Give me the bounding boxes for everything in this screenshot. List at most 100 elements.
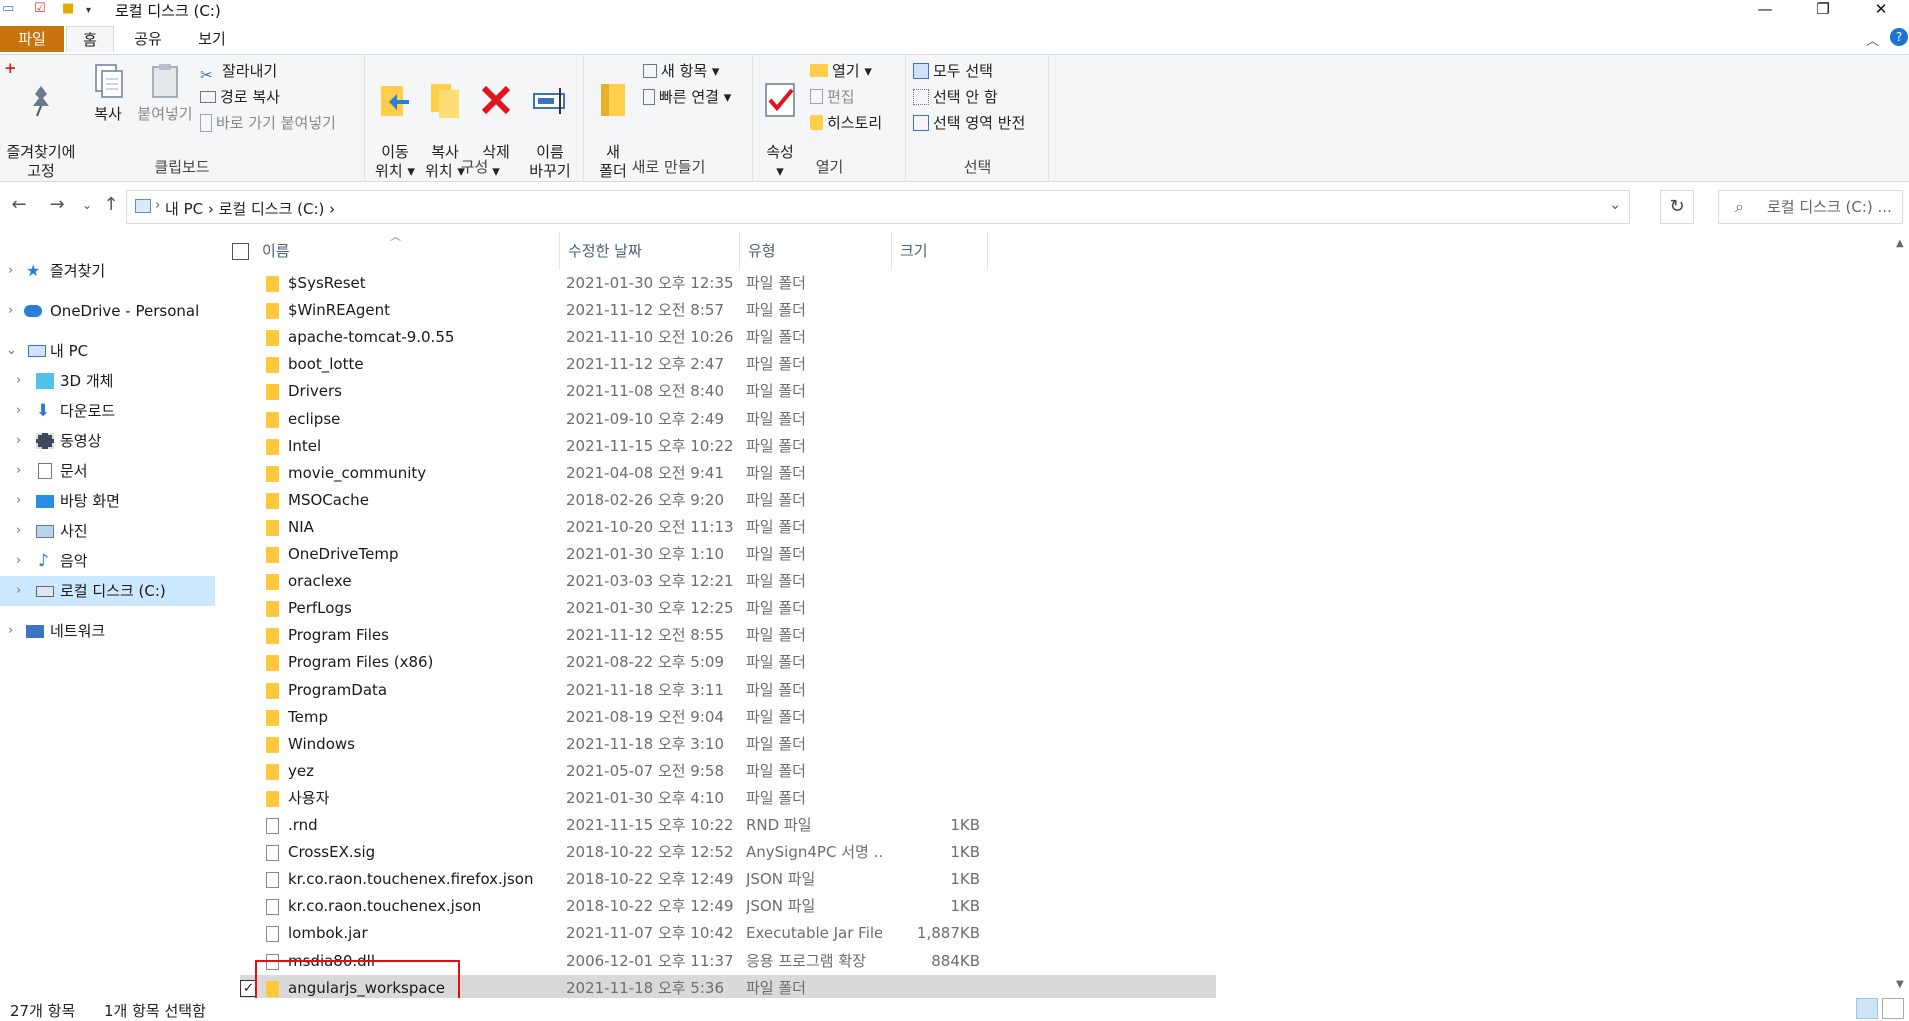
tab-view[interactable]: 보기 [184, 26, 240, 52]
file-type: 파일 폴더 [746, 463, 806, 482]
new-item-button[interactable]: 새 항목 ▾ [643, 59, 719, 83]
back-arrow-icon[interactable]: ← [6, 194, 32, 215]
edit-button[interactable]: 편집 [810, 85, 855, 109]
address-dropdown-icon[interactable]: ⌄ [1609, 197, 1621, 213]
cube-icon [36, 373, 54, 389]
new-folder-quick-icon[interactable]: ■ [62, 1, 74, 16]
table-row[interactable]: NIA 2021-10-20 오전 11:13 파일 폴더 [240, 514, 1216, 541]
customize-toolbar-icon[interactable]: ▾ [86, 5, 91, 16]
easy-access-button[interactable]: 빠른 연결 ▾ [643, 85, 731, 109]
nav-item-downloads[interactable]: › ⬇ 다운로드 [0, 396, 215, 426]
nav-item-music[interactable]: › ♪ 음악 [0, 546, 215, 576]
cut-button[interactable]: ✂ 잘라내기 [200, 59, 277, 84]
breadcrumb[interactable]: 내 PC › 로컬 디스크 (C:) › [165, 198, 335, 219]
table-row[interactable]: kr.co.raon.touchenex.firefox.json 2018-10… [240, 866, 1216, 893]
table-row[interactable]: PerfLogs 2021-01-30 오후 12:25 파일 폴더 [240, 595, 1216, 622]
nav-item-videos[interactable]: › 동영상 [0, 426, 215, 456]
restore-button[interactable]: ❐ [1800, 0, 1846, 21]
recent-locations-icon[interactable]: ⌄ [74, 198, 100, 212]
paste-button[interactable]: 붙여넣기 [134, 61, 196, 124]
table-row[interactable]: ProgramData 2021-11-18 오후 3:11 파일 폴더 [240, 677, 1216, 704]
collapse-chevron-icon[interactable]: ⌄ [6, 336, 17, 366]
nav-item-this-pc[interactable]: ⌄ 내 PC [0, 336, 215, 366]
expand-chevron-icon[interactable]: › [8, 256, 13, 286]
expand-chevron-icon[interactable]: › [16, 426, 21, 456]
paste-shortcut-button[interactable]: 바로 가기 붙여넣기 [200, 111, 336, 135]
nav-item-desktop[interactable]: › 바탕 화면 [0, 486, 215, 516]
address-bar[interactable]: › 내 PC › 로컬 디스크 (C:) › ⌄ [126, 190, 1630, 224]
column-header-date[interactable]: 수정한 날짜 [560, 232, 740, 270]
help-icon[interactable]: ? [1890, 28, 1908, 46]
copy-to-icon [431, 84, 459, 118]
table-row[interactable]: 사용자 2021-01-30 오후 4:10 파일 폴더 [240, 785, 1216, 812]
select-none-button[interactable]: 선택 안 함 [913, 85, 998, 109]
table-row[interactable]: apache-tomcat-9.0.55 2021-11-10 오전 10:26 파… [240, 324, 1216, 351]
table-row[interactable]: Drivers 2021-11-08 오전 8:40 파일 폴더 [240, 378, 1216, 405]
table-row[interactable]: lombok.jar 2021-11-07 오후 10:42 Executable … [240, 920, 1216, 947]
column-header-size[interactable]: 크기 [892, 232, 988, 270]
expand-chevron-icon[interactable]: › [16, 396, 21, 426]
refresh-button[interactable]: ↻ [1660, 190, 1694, 224]
tab-home[interactable]: 홈 [66, 26, 114, 52]
invert-selection-button[interactable]: 선택 영역 반전 [913, 111, 1025, 135]
up-arrow-icon[interactable]: ↑ [98, 194, 124, 215]
nav-item-onedrive[interactable]: › OneDrive - Personal [0, 296, 215, 326]
nav-item-network[interactable]: › 네트워크 [0, 616, 215, 646]
tab-share[interactable]: 공유 [120, 26, 176, 52]
copy-path-button[interactable]: 경로 복사 [200, 85, 280, 109]
expand-chevron-icon[interactable]: › [16, 546, 21, 576]
table-row[interactable]: $SysReset 2021-01-30 오후 12:35 파일 폴더 [240, 270, 1216, 297]
column-header-name[interactable]: 이름 [254, 232, 560, 270]
search-input[interactable]: ⌕ 로컬 디스크 (C:) ... [1718, 190, 1903, 224]
close-button[interactable]: ✕ [1858, 0, 1904, 21]
table-row[interactable]: eclipse 2021-09-10 오후 2:49 파일 폴더 [240, 406, 1216, 433]
expand-chevron-icon[interactable]: › [16, 516, 21, 546]
table-row[interactable]: OneDriveTemp 2021-01-30 오후 1:10 파일 폴더 [240, 541, 1216, 568]
history-button[interactable]: 히스토리 [810, 111, 882, 135]
nav-item-pictures[interactable]: › 사진 [0, 516, 215, 546]
open-button[interactable]: 열기 ▾ [810, 59, 872, 83]
table-row[interactable]: kr.co.raon.touchenex.json 2018-10-22 오후 1… [240, 893, 1216, 920]
minimize-button[interactable]: — [1742, 0, 1788, 21]
folder-icon [266, 547, 279, 563]
table-row[interactable]: Program Files (x86) 2021-08-22 오후 5:09 파일 … [240, 649, 1216, 676]
large-icons-view-icon[interactable] [1882, 998, 1904, 1019]
collapse-ribbon-icon[interactable]: ︿ [1866, 30, 1879, 49]
expand-chevron-icon[interactable]: › [16, 366, 21, 396]
table-row[interactable]: MSOCache 2018-02-26 오후 9:20 파일 폴더 [240, 487, 1216, 514]
pin-icon [33, 86, 49, 117]
expand-chevron-icon[interactable]: › [16, 456, 21, 486]
properties-quick-icon[interactable]: ☑ [34, 1, 46, 16]
nav-item-documents[interactable]: › 문서 [0, 456, 215, 486]
column-header-type[interactable]: 유형 [740, 232, 892, 270]
table-row[interactable]: boot_lotte 2021-11-12 오후 2:47 파일 폴더 [240, 351, 1216, 378]
file-name: Program Files (x86) [288, 653, 434, 672]
tab-file[interactable]: 파일 [0, 26, 64, 52]
table-row[interactable]: movie_community 2021-04-08 오전 9:41 파일 폴더 [240, 460, 1216, 487]
table-row[interactable]: Windows 2021-11-18 오후 3:10 파일 폴더 [240, 731, 1216, 758]
table-row[interactable]: CrossEX.sig 2018-10-22 오후 12:52 AnySign4PC… [240, 839, 1216, 866]
expand-chevron-icon[interactable]: › [8, 296, 13, 326]
expand-chevron-icon[interactable]: › [16, 576, 21, 606]
table-row[interactable]: yez 2021-05-07 오전 9:58 파일 폴더 [240, 758, 1216, 785]
details-view-icon[interactable] [1856, 998, 1878, 1019]
table-row[interactable]: $WinREAgent 2021-11-12 오전 8:57 파일 폴더 [240, 297, 1216, 324]
select-all-checkbox[interactable] [232, 243, 249, 260]
table-row[interactable]: .rnd 2021-11-15 오후 10:22 RND 파일 1KB [240, 812, 1216, 839]
nav-item-local-disk-c[interactable]: › 로컬 디스크 (C:) [0, 576, 215, 606]
scroll-up-icon[interactable]: ▲ [1896, 238, 1904, 249]
table-row[interactable]: Intel 2021-11-15 오후 10:22 파일 폴더 [240, 433, 1216, 460]
table-row[interactable]: Program Files 2021-11-12 오전 8:55 파일 폴더 [240, 622, 1216, 649]
expand-chevron-icon[interactable]: › [16, 486, 21, 516]
scroll-down-icon[interactable]: ▼ [1896, 979, 1904, 990]
vertical-scrollbar[interactable]: ▲ ▼ [1894, 232, 1909, 992]
nav-item-3d-objects[interactable]: › 3D 개체 [0, 366, 215, 396]
copy-button[interactable]: 복사 [86, 61, 130, 124]
select-all-button[interactable]: 모두 선택 [913, 59, 993, 83]
table-row[interactable]: oraclexe 2021-03-03 오후 12:21 파일 폴더 [240, 568, 1216, 595]
expand-chevron-icon[interactable]: › [8, 616, 13, 646]
nav-item-quick-access[interactable]: › ★ 즐겨찾기 [0, 256, 215, 286]
nav-label: 음악 [60, 552, 88, 570]
forward-arrow-icon[interactable]: → [44, 194, 70, 215]
table-row[interactable]: Temp 2021-08-19 오전 9:04 파일 폴더 [240, 704, 1216, 731]
